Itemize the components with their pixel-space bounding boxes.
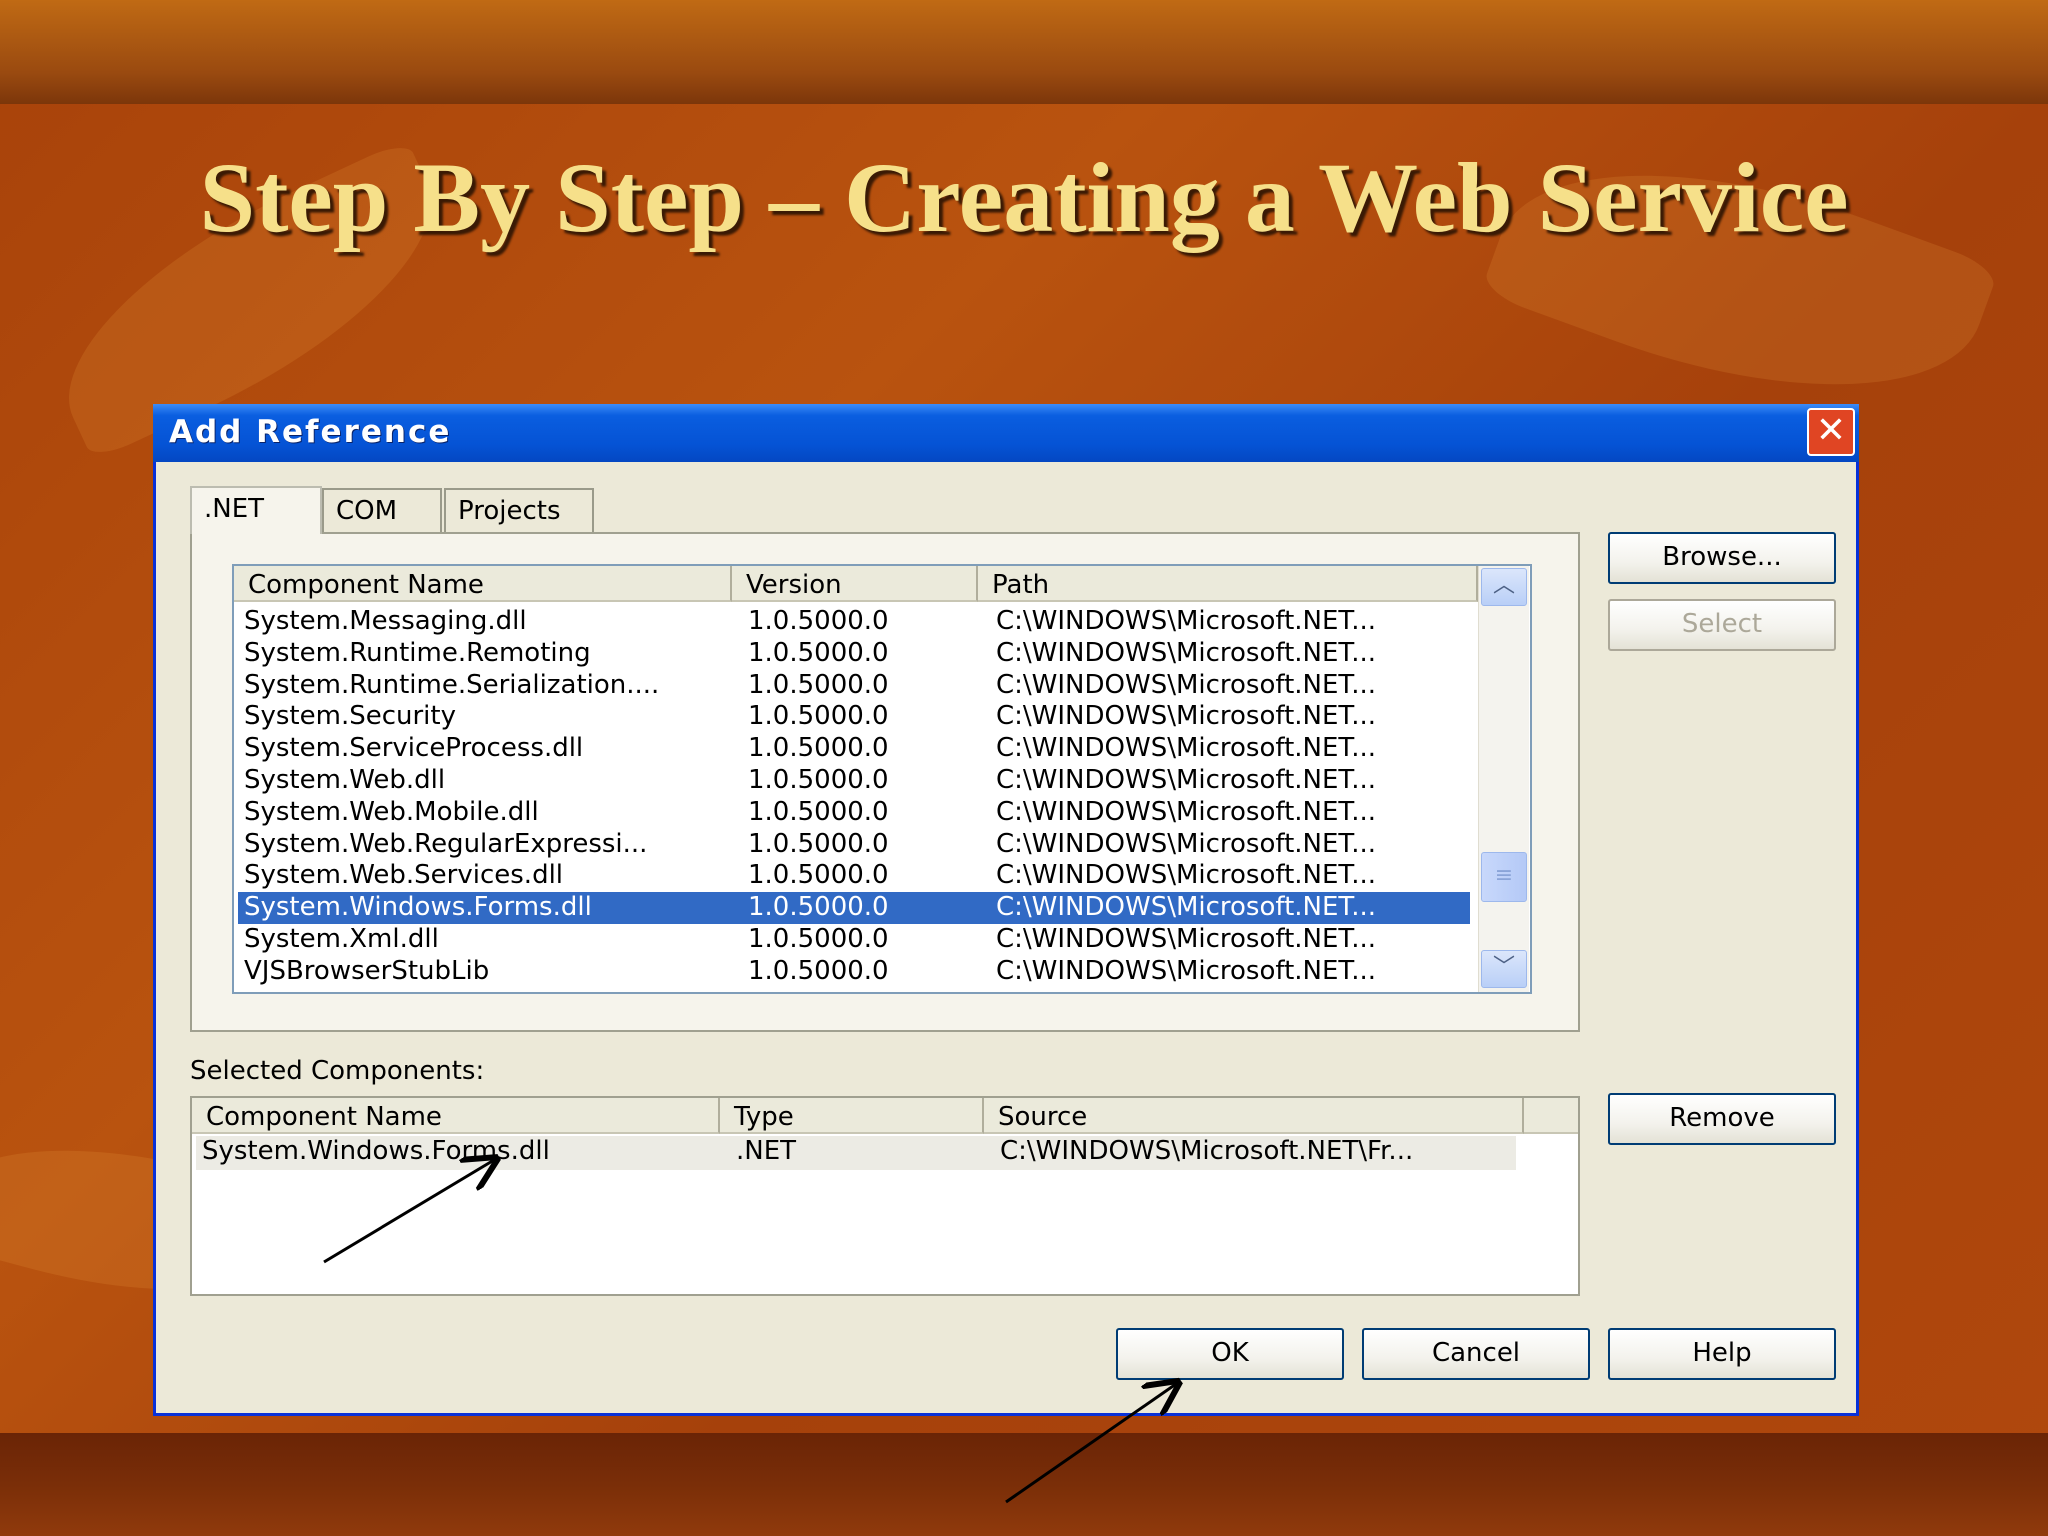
selected-component-name: System.Windows.Forms.dll (202, 1136, 550, 1166)
grip-icon: ≡ (1494, 863, 1514, 888)
selected-components-list[interactable]: Component Name Type Source System.Window… (190, 1096, 1580, 1296)
component-version-cell: 1.0.5000.0 (748, 955, 889, 986)
component-version-cell: 1.0.5000.0 (748, 637, 889, 668)
selected-component-source: C:\WINDOWS\Microsoft.NET\Fr... (1000, 1136, 1414, 1166)
selected-components-label: Selected Components: (190, 1056, 485, 1086)
component-name-cell: System.Web.dll (244, 765, 446, 795)
slide-top-band (0, 0, 2048, 104)
column-header-path[interactable]: Path (978, 566, 1478, 602)
component-name-cell: System.Security (244, 701, 456, 732)
component-path-cell: C:\WINDOWS\Microsoft.NET... (996, 860, 1377, 891)
component-name-cell: System.Windows.Forms.dll (244, 892, 592, 923)
component-path-cell: C:\WINDOWS\Microsoft.NET... (996, 796, 1377, 827)
component-name-cell: System.Messaging.dll (244, 606, 527, 636)
component-version-cell: 1.0.5000.0 (748, 606, 889, 636)
component-name-cell: System.Runtime.Serialization.... (244, 669, 660, 700)
component-row[interactable]: System.Windows.Forms.dll 1.0.5000.0 C:\WIN… (238, 892, 1470, 925)
close-button[interactable]: ✕ (1807, 408, 1855, 456)
component-path-cell: C:\WINDOWS\Microsoft.NET... (996, 765, 1377, 795)
slide-title: Step By Step – Creating a Web Service (199, 142, 1849, 253)
component-path-cell: C:\WINDOWS\Microsoft.NET... (996, 828, 1377, 859)
component-name-cell: System.Runtime.Remoting (244, 637, 591, 668)
component-version-cell: 1.0.5000.0 (748, 796, 889, 827)
component-row[interactable]: System.Runtime.Serialization.... 1.0.5000… (238, 670, 1470, 702)
component-version-cell: 1.0.5000.0 (748, 733, 889, 764)
column-header-filler (1524, 1098, 1578, 1134)
chevron-up-icon: ︿ (1492, 573, 1515, 598)
component-name-cell: System.Web.Mobile.dll (244, 796, 539, 827)
select-button[interactable]: Select (1608, 599, 1836, 651)
column-header-source[interactable]: Source (984, 1098, 1524, 1134)
tab-projects[interactable]: Projects (444, 488, 594, 532)
component-version-cell: 1.0.5000.0 (748, 860, 889, 891)
component-row[interactable]: System.Security 1.0.5000.0 C:\WINDOWS\Micr… (238, 701, 1470, 733)
browse-button[interactable]: Browse... (1608, 532, 1836, 584)
component-name-cell: System.Xml.dll (244, 924, 439, 954)
tab-net[interactable]: .NET (190, 486, 322, 534)
component-path-cell: C:\WINDOWS\Microsoft.NET... (996, 733, 1377, 764)
component-path-cell: C:\WINDOWS\Microsoft.NET... (996, 669, 1377, 700)
component-name-cell: VJSBrowserStubLib (244, 955, 490, 986)
scroll-up-button[interactable]: ︿ (1481, 568, 1527, 606)
scroll-down-button[interactable]: ﹀ (1481, 950, 1527, 988)
component-name-cell: System.Web.Services.dll (244, 860, 564, 891)
component-path-cell: C:\WINDOWS\Microsoft.NET... (996, 701, 1377, 732)
close-icon: ✕ (1815, 410, 1847, 451)
component-row[interactable]: VJSBrowserStubLib 1.0.5000.0 C:\WINDOWS\Mi… (238, 956, 1470, 988)
column-header-version[interactable]: Version (732, 566, 978, 602)
component-version-cell: 1.0.5000.0 (748, 828, 889, 859)
chevron-down-icon: ﹀ (1492, 955, 1515, 980)
component-row[interactable]: System.Web.Services.dll 1.0.5000.0 C:\WIND… (238, 860, 1470, 892)
component-row[interactable]: System.Messaging.dll 1.0.5000.0 C:\WINDOWS… (238, 606, 1470, 638)
component-row[interactable]: System.Xml.dll 1.0.5000.0 C:\WINDOWS\Micro… (238, 924, 1470, 956)
component-version-cell: 1.0.5000.0 (748, 669, 889, 700)
component-row[interactable]: System.Web.RegularExpressi... 1.0.5000.0 C… (238, 829, 1470, 861)
component-version-cell: 1.0.5000.0 (748, 701, 889, 732)
component-path-cell: C:\WINDOWS\Microsoft.NET... (996, 606, 1377, 636)
component-path-cell: C:\WINDOWS\Microsoft.NET... (996, 924, 1377, 954)
component-name-cell: System.Web.RegularExpressi... (244, 828, 648, 859)
column-header-component-name[interactable]: Component Name (192, 1098, 720, 1134)
remove-button[interactable]: Remove (1608, 1093, 1836, 1145)
component-list[interactable]: Component Name Version Path System.Messa… (232, 564, 1532, 994)
tab-com[interactable]: COM (322, 488, 442, 532)
column-header-component-name[interactable]: Component Name (234, 566, 732, 602)
component-path-cell: C:\WINDOWS\Microsoft.NET... (996, 955, 1377, 986)
component-row[interactable]: System.Web.Mobile.dll 1.0.5000.0 C:\WINDOW… (238, 797, 1470, 829)
selected-component-type: .NET (736, 1136, 797, 1166)
component-version-cell: 1.0.5000.0 (748, 765, 889, 795)
cancel-button[interactable]: Cancel (1362, 1328, 1590, 1380)
scroll-thumb[interactable]: ≡ (1481, 852, 1527, 902)
component-version-cell: 1.0.5000.0 (748, 892, 889, 923)
help-button[interactable]: Help (1608, 1328, 1836, 1380)
component-path-cell: C:\WINDOWS\Microsoft.NET... (996, 892, 1377, 923)
component-row[interactable]: System.Runtime.Remoting 1.0.5000.0 C:\WIND… (238, 638, 1470, 670)
component-name-cell: System.ServiceProcess.dll (244, 733, 584, 764)
column-header-type[interactable]: Type (720, 1098, 984, 1134)
component-row[interactable]: System.ServiceProcess.dll 1.0.5000.0 C:\WI… (238, 733, 1470, 765)
component-version-cell: 1.0.5000.0 (748, 924, 889, 954)
component-row[interactable]: System.Web.dll 1.0.5000.0 C:\WINDOWS\Micro… (238, 765, 1470, 797)
dialog-titlebar[interactable]: Add Reference ✕ (153, 404, 1859, 462)
ok-button[interactable]: OK (1116, 1328, 1344, 1380)
selected-component-row[interactable]: System.Windows.Forms.dll .NET C:\WINDOWS… (196, 1136, 1516, 1170)
slide-bottom-band (0, 1433, 2048, 1536)
component-list-scrollbar[interactable]: ︿ ≡ ﹀ (1478, 566, 1529, 992)
dialog-title: Add Reference (169, 414, 452, 450)
component-path-cell: C:\WINDOWS\Microsoft.NET... (996, 637, 1377, 668)
